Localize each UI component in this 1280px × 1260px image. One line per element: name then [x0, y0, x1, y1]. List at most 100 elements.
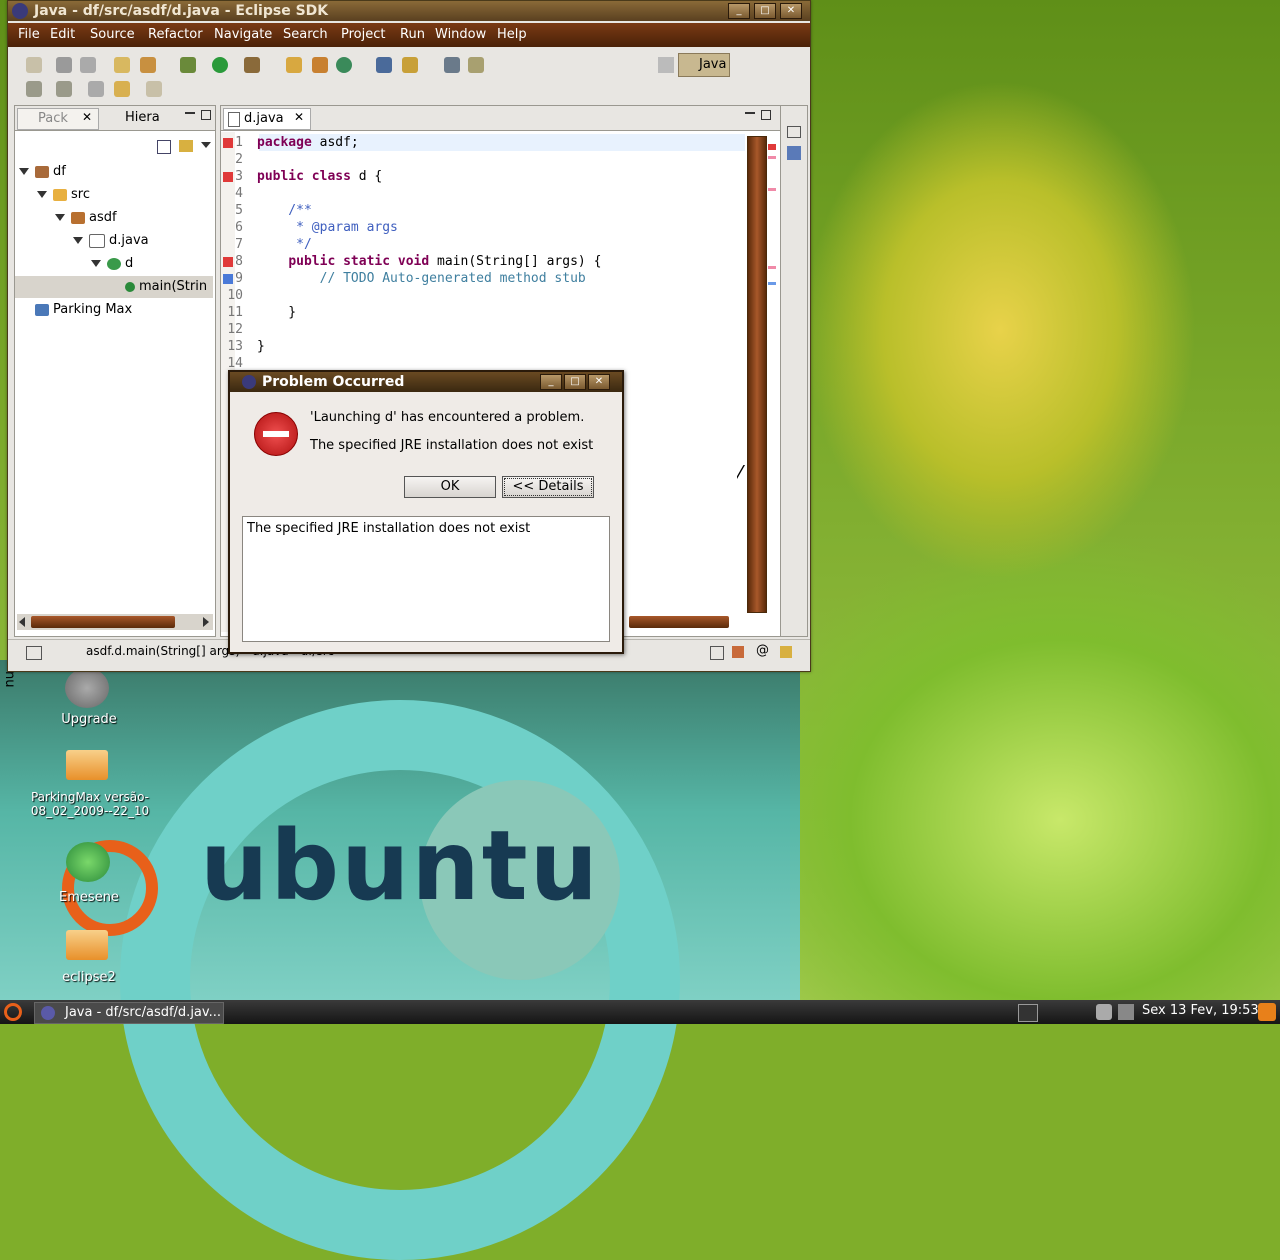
- new-interface-icon[interactable]: [336, 57, 352, 73]
- run-icon[interactable]: [212, 57, 228, 73]
- perspective-java[interactable]: Java: [678, 53, 730, 77]
- code-line-6[interactable]: 6 * @param args: [221, 219, 398, 236]
- minimize-view-icon[interactable]: [745, 112, 755, 114]
- task-marker-icon[interactable]: [223, 274, 233, 284]
- tree-item-asdf[interactable]: asdf: [55, 207, 117, 229]
- collapse-all-icon[interactable]: [157, 140, 171, 154]
- close-icon[interactable]: ✕: [82, 110, 92, 124]
- tree-item-parking-max[interactable]: Parking Max: [35, 299, 132, 321]
- error-overview-mark[interactable]: [768, 144, 776, 150]
- console-icon[interactable]: [710, 646, 724, 660]
- menu-project[interactable]: Project: [341, 27, 385, 42]
- code-line-10[interactable]: 10: [221, 287, 257, 304]
- tab-hierarchy[interactable]: Hiera: [99, 108, 169, 128]
- code-line-1[interactable]: 1 package asdf;: [221, 134, 359, 151]
- error-marker-icon[interactable]: [223, 172, 233, 182]
- prev-annotation-icon[interactable]: [56, 81, 72, 97]
- desktop-icon-eclipse2[interactable]: eclipse2: [40, 928, 140, 992]
- code-line-12[interactable]: 12: [221, 321, 257, 338]
- error-overview-mark[interactable]: [768, 156, 776, 159]
- scroll-right-arrow[interactable]: [203, 617, 209, 627]
- new-class-icon[interactable]: [312, 57, 328, 73]
- desktop-icon-emesene[interactable]: Emesene: [40, 842, 140, 906]
- menu-file[interactable]: File: [18, 27, 40, 42]
- network-icon[interactable]: [1118, 1004, 1134, 1020]
- close-button[interactable]: ✕: [780, 3, 802, 19]
- clock[interactable]: Sex 13 Fev, 19:53: [1142, 1003, 1259, 1018]
- pen-icon[interactable]: [468, 57, 484, 73]
- horizontal-scrollbar[interactable]: [17, 614, 213, 630]
- desktop-icon-upgrade[interactable]: Upgrade: [40, 668, 140, 732]
- dialog-close-button[interactable]: ✕: [588, 374, 610, 390]
- error-marker-icon[interactable]: [223, 138, 233, 148]
- tab-d-java[interactable]: d.java ✕: [223, 108, 311, 130]
- open-folder-icon[interactable]: [376, 57, 392, 73]
- details-textarea[interactable]: The specified JRE installation does not …: [242, 516, 610, 642]
- maximize-view-icon[interactable]: [761, 110, 771, 120]
- code-line-4[interactable]: 4: [221, 185, 257, 202]
- save-icon[interactable]: [56, 57, 72, 73]
- link-editor-icon[interactable]: [179, 140, 193, 152]
- next-annotation-icon[interactable]: [26, 81, 42, 97]
- code-line-8[interactable]: 8 public static void main(String[] args)…: [221, 253, 601, 270]
- tab-package[interactable]: Pack ✕: [17, 108, 99, 130]
- editor-hscroll-thumb[interactable]: [629, 616, 729, 628]
- shutdown-icon[interactable]: [1258, 1003, 1276, 1021]
- new-java-project-icon[interactable]: [114, 57, 130, 73]
- tree-item-d-java[interactable]: d.java: [73, 230, 149, 252]
- tree-item-df[interactable]: df: [19, 161, 66, 183]
- menu-help[interactable]: Help: [497, 27, 527, 42]
- dialog-maximize-button[interactable]: □: [564, 374, 586, 390]
- new-icon[interactable]: [26, 57, 42, 73]
- ubuntu-menu-icon[interactable]: [4, 1003, 22, 1021]
- problems-icon[interactable]: [732, 646, 744, 658]
- close-icon[interactable]: ✕: [294, 110, 304, 124]
- tree-item-main[interactable]: main(Strin: [15, 276, 213, 298]
- tree-item-src[interactable]: src: [37, 184, 90, 206]
- code-line-5[interactable]: 5 /**: [221, 202, 312, 219]
- restore-view-icon[interactable]: [787, 126, 801, 138]
- code-line-9[interactable]: 9 // TODO Auto-generated method stub: [221, 270, 586, 287]
- error-overview-mark[interactable]: [768, 188, 776, 191]
- view-menu-icon[interactable]: [201, 142, 211, 148]
- fast-view-icon[interactable]: [26, 646, 42, 660]
- ok-button[interactable]: OK: [404, 476, 496, 498]
- javadoc-icon[interactable]: @: [756, 643, 769, 658]
- window-titlebar[interactable]: Java - df/src/asdf/d.java - Eclipse SDK …: [8, 1, 810, 21]
- maximize-button[interactable]: □: [754, 3, 776, 19]
- declaration-icon[interactable]: [780, 646, 792, 658]
- menu-search[interactable]: Search: [283, 27, 328, 42]
- code-line-3[interactable]: 3 public class d {: [221, 168, 382, 185]
- menu-source[interactable]: Source: [90, 27, 135, 42]
- vertical-scrollbar[interactable]: [747, 136, 767, 613]
- menu-refactor[interactable]: Refactor: [148, 27, 203, 42]
- search-icon[interactable]: [402, 57, 418, 73]
- back-arrow-icon[interactable]: [114, 81, 130, 97]
- dialog-titlebar[interactable]: Problem Occurred _ □ ✕: [230, 372, 622, 392]
- debug-icon[interactable]: [180, 57, 196, 73]
- external-tools-icon[interactable]: [244, 57, 260, 73]
- print-icon[interactable]: [80, 57, 96, 73]
- open-type-icon[interactable]: [286, 57, 302, 73]
- dialog-minimize-button[interactable]: _: [540, 374, 562, 390]
- tree-item-d-class[interactable]: d: [91, 253, 133, 275]
- scroll-thumb[interactable]: [31, 616, 175, 628]
- code-line-7[interactable]: 7 */: [221, 236, 312, 253]
- error-marker-icon[interactable]: [223, 257, 233, 267]
- menu-window[interactable]: Window: [435, 27, 486, 42]
- menu-run[interactable]: Run: [400, 27, 425, 42]
- annotation-icon[interactable]: [444, 57, 460, 73]
- outline-icon[interactable]: [787, 146, 801, 160]
- forward-arrow-icon[interactable]: [146, 81, 162, 97]
- maximize-view-icon[interactable]: [201, 110, 211, 120]
- open-perspective-icon[interactable]: [658, 57, 674, 73]
- minimize-view-icon[interactable]: [185, 112, 195, 114]
- desktop-icon-parkingmax[interactable]: ParkingMax versão-08_02_2009--22_10: [26, 748, 156, 824]
- code-line-11[interactable]: 11 }: [221, 304, 296, 321]
- code-line-2[interactable]: 2: [221, 151, 257, 168]
- new-package-icon[interactable]: [140, 57, 156, 73]
- details-button[interactable]: << Details: [502, 476, 594, 498]
- menu-edit[interactable]: Edit: [50, 27, 75, 42]
- scroll-left-arrow[interactable]: [19, 617, 25, 627]
- minimize-button[interactable]: _: [728, 3, 750, 19]
